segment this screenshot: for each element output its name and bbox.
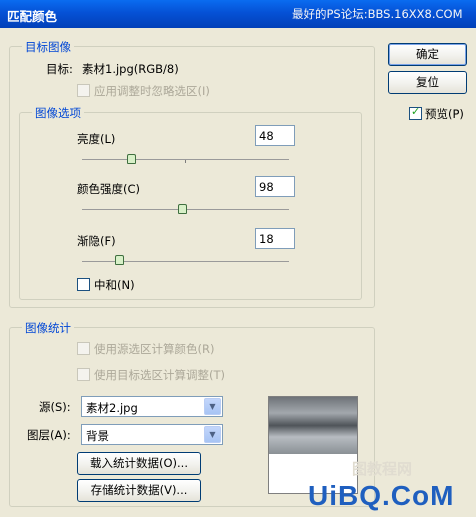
use-source-selection-label[interactable]: 使用源选区计算颜色(R) <box>94 341 214 357</box>
chevron-down-icon[interactable]: ▼ <box>204 426 221 443</box>
thumbnail-sky-image <box>269 397 357 454</box>
use-target-selection-label[interactable]: 使用目标选区计算调整(T) <box>94 367 225 383</box>
target-image-legend: 目标图像 <box>22 39 74 55</box>
site-watermark-logo: UiBQ.CoM <box>308 480 455 511</box>
ok-button[interactable]: 确定 <box>388 43 467 66</box>
image-options-legend: 图像选项 <box>32 105 84 121</box>
ignore-selection-label[interactable]: 应用调整时忽略选区(I) <box>94 83 210 99</box>
window-title: 匹配颜色 <box>7 9 58 24</box>
title-bar: 匹配颜色 最好的PS论坛:BBS.16XX8.COM <box>0 0 476 28</box>
forum-watermark: 最好的PS论坛:BBS.16XX8.COM <box>292 7 463 21</box>
chevron-down-icon[interactable]: ▼ <box>204 398 221 415</box>
fade-slider-thumb[interactable] <box>115 255 124 265</box>
reset-button[interactable]: 复位 <box>388 71 467 94</box>
load-statistics-button[interactable]: 载入统计数据(O)... <box>77 452 201 475</box>
layer-select[interactable]: 背景 ▼ <box>81 424 223 445</box>
luminance-label: 亮度(L) <box>77 132 116 146</box>
source-label: 源(S): <box>39 400 71 414</box>
luminance-center-tick <box>185 160 186 163</box>
preview-label[interactable]: 预览(P) <box>425 106 464 122</box>
luminance-slider-thumb[interactable] <box>127 154 136 164</box>
save-statistics-button[interactable]: 存储统计数据(V)... <box>77 479 201 502</box>
source-select[interactable]: 素材2.jpg ▼ <box>81 396 223 417</box>
layer-select-value: 背景 <box>86 429 109 443</box>
luminance-input[interactable]: 48 <box>255 125 295 146</box>
site-watermark-cn: 图教程网 <box>352 460 413 478</box>
use-source-selection-checkbox[interactable] <box>77 342 90 355</box>
neutralize-label[interactable]: 中和(N) <box>94 277 135 293</box>
target-label: 目标: <box>46 62 73 76</box>
source-select-value: 素材2.jpg <box>86 401 138 415</box>
image-options-group: 图像选项 <box>19 105 362 300</box>
ignore-selection-checkbox[interactable] <box>77 84 90 97</box>
color-intensity-input[interactable]: 98 <box>255 176 295 197</box>
neutralize-checkbox[interactable] <box>77 278 90 291</box>
color-intensity-slider-thumb[interactable] <box>178 204 187 214</box>
fade-input[interactable]: 18 <box>255 228 295 249</box>
use-target-selection-checkbox[interactable] <box>77 368 90 381</box>
layer-label: 图层(A): <box>27 428 71 442</box>
fade-label: 渐隐(F) <box>77 234 116 248</box>
fade-slider-track[interactable] <box>82 261 289 262</box>
preview-checkbox[interactable] <box>409 105 422 120</box>
target-value: 素材1.jpg(RGB/8) <box>82 62 179 76</box>
image-statistics-legend: 图像统计 <box>22 320 74 336</box>
color-intensity-label: 颜色强度(C) <box>77 182 141 196</box>
